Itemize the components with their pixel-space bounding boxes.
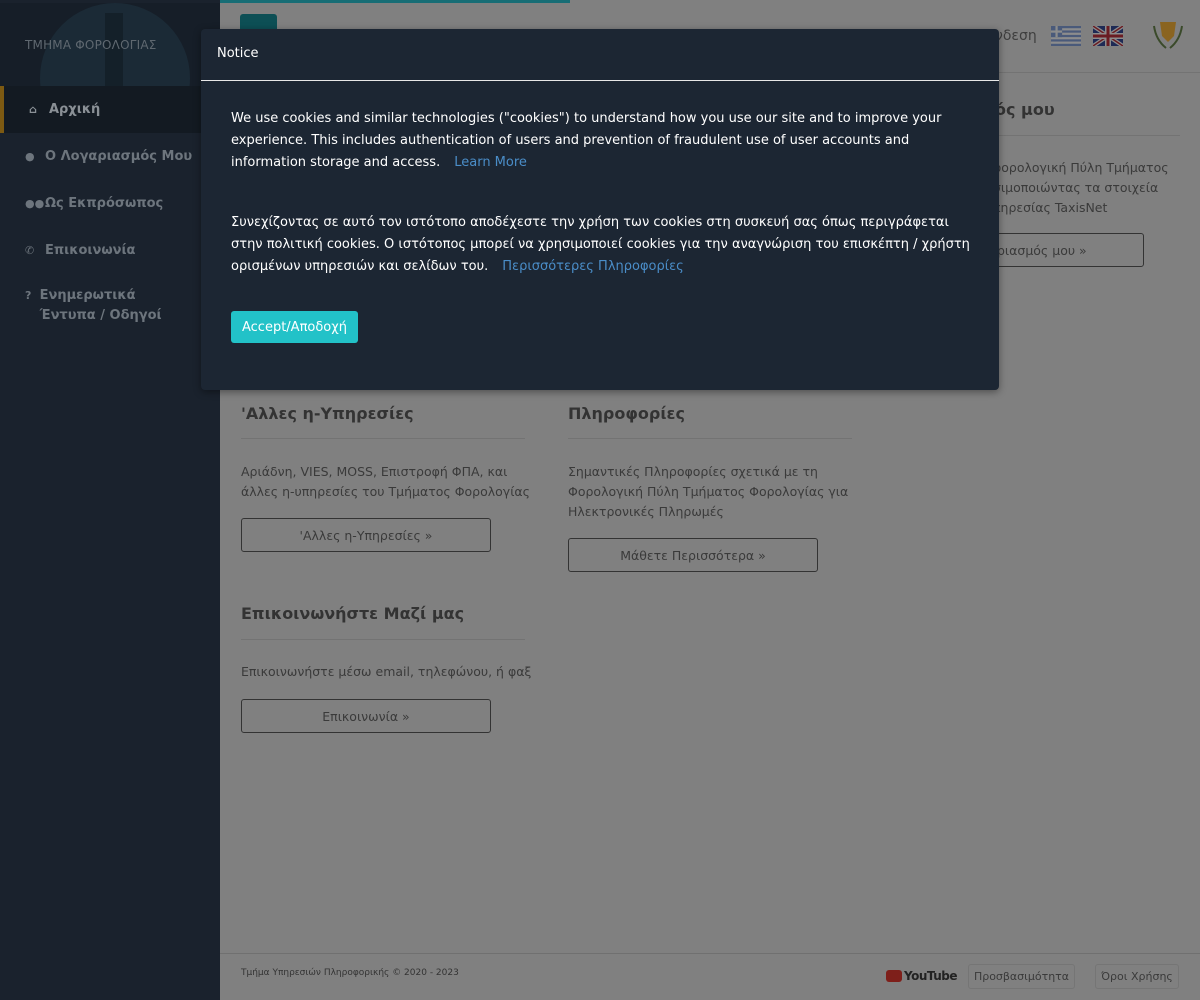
sidebar-item-contact[interactable]: ✆ Επικοινωνία	[0, 227, 220, 274]
youtube-link[interactable]: YouTube	[886, 969, 958, 983]
brand[interactable]: ΤΜΗΜΑ ΦΟΡΟΛΟΓΙΑΣ	[0, 3, 220, 86]
youtube-label: YouTube	[904, 969, 958, 983]
divider	[241, 639, 525, 640]
contact-title: Επικοινωνήστε Μαζί μας	[241, 604, 465, 623]
sidebar-item-label: Ο Λογαριασμός Μου	[45, 149, 193, 164]
terms-button[interactable]: Όροι Χρήσης	[1095, 964, 1179, 989]
sidebar-item-my-account[interactable]: ● Ο Λογαριασμός Μου	[0, 133, 220, 180]
sidebar: ΤΜΗΜΑ ΦΟΡΟΛΟΓΙΑΣ ⌂ Αρχική ● Ο Λογαριασμός …	[0, 0, 220, 1000]
cyprus-emblem-icon	[1153, 22, 1183, 49]
contact-text: Επικοινωνήστε μέσω email, τηλεφώνου, ή φ…	[241, 664, 532, 679]
sidebar-item-guides[interactable]: ? Ενημερωτικά Έντυπα / Οδηγοί	[0, 274, 220, 326]
cookie-text-en: We use cookies and similar technologies …	[231, 111, 942, 170]
greek-flag-icon[interactable]	[1051, 26, 1081, 46]
learn-more-link[interactable]: Learn More	[454, 155, 527, 170]
login-link[interactable]: νδεση	[995, 28, 1037, 44]
accessibility-button[interactable]: Προσβασιμότητα	[968, 964, 1075, 989]
sidebar-nav: ⌂ Αρχική ● Ο Λογαριασμός Μου ●● Ως Εκπρόσωπ…	[0, 86, 220, 326]
my-account-button[interactable]: ριασμός μου »	[990, 233, 1144, 267]
more-info-link[interactable]: Περισσότερες Πληροφορίες	[502, 259, 684, 274]
info-text: Σημαντικές Πληροφορίες σχετικά με τη Φορ…	[568, 464, 849, 519]
brand-name: ΤΜΗΜΑ ΦΟΡΟΛΟΓΙΑΣ	[25, 38, 157, 52]
sidebar-item-label: Ως Εκπρόσωπος	[45, 196, 164, 211]
learn-more-button[interactable]: Μάθετε Περισσότερα »	[568, 538, 818, 572]
sidebar-item-representative[interactable]: ●● Ως Εκπρόσωπος	[0, 180, 220, 227]
sidebar-item-label: Ενημερωτικά Έντυπα / Οδηγοί	[39, 288, 162, 323]
my-account-title: ός μου	[995, 100, 1055, 119]
sidebar-item-label: Αρχική	[49, 102, 101, 117]
footer-copyright: Τμήμα Υπηρεσιών Πληροφορικής © 2020 - 20…	[241, 968, 459, 978]
divider	[241, 438, 525, 439]
modal-title: Notice	[217, 46, 259, 61]
my-account-text: φορολογική Πύλη Τμήματος σιμοποιώντας τα …	[993, 160, 1169, 215]
cookie-notice-modal: Notice We use cookies and similar techno…	[201, 29, 999, 390]
info-title: Πληροφορίες	[568, 404, 685, 423]
footer-divider	[220, 953, 1200, 954]
cookie-text-el: Συνεχίζοντας σε αυτό τον ιστότοπο αποδέχ…	[231, 215, 970, 274]
other-services-button[interactable]: 'Αλλες η-Υπηρεσίες »	[241, 518, 491, 552]
accept-button[interactable]: Accept/Αποδοχή	[231, 311, 358, 343]
youtube-icon	[886, 970, 902, 982]
uk-flag-icon[interactable]	[1093, 26, 1123, 46]
sidebar-item-label: Επικοινωνία	[45, 243, 136, 258]
sidebar-item-home[interactable]: ⌂ Αρχική	[0, 86, 220, 133]
modal-divider	[201, 80, 999, 81]
home-icon: ⌂	[29, 103, 37, 116]
users-icon: ●●	[25, 197, 45, 210]
other-services-text: Αριάδνη, VIES, MOSS, Επιστροφή ΦΠΑ, και …	[241, 464, 531, 499]
question-icon: ?	[25, 289, 32, 302]
user-icon: ●	[25, 150, 35, 163]
other-services-title: 'Αλλες η-Υπηρεσίες	[241, 404, 414, 423]
phone-icon: ✆	[25, 244, 35, 257]
contact-button[interactable]: Επικοινωνία »	[241, 699, 491, 733]
divider	[995, 135, 1180, 136]
divider	[568, 438, 852, 439]
